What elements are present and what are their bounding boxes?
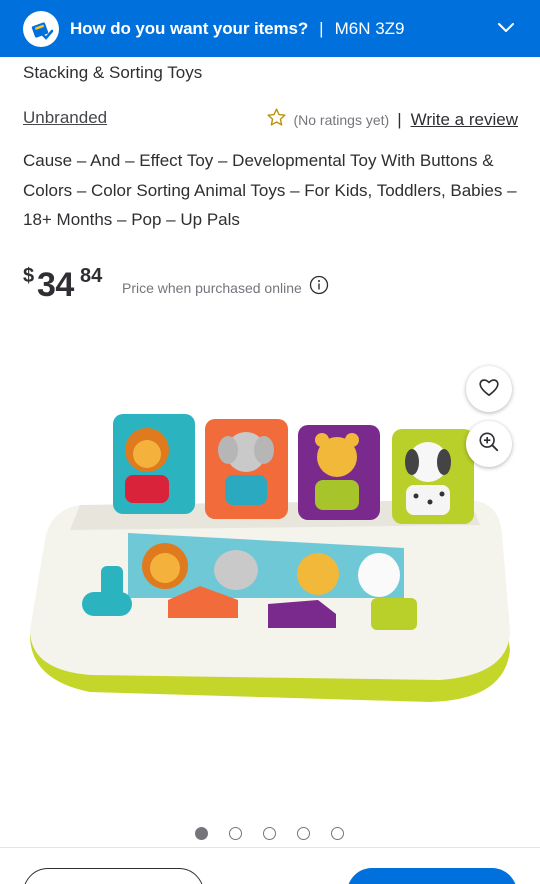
brand-rating-row: Unbranded (No ratings yet) | Write a rev… [23,108,518,132]
product-image [30,414,510,702]
price-note-text: Price when purchased online [122,279,302,296]
postal-code: M6N 3Z9 [334,18,405,38]
price-currency: $ [23,265,35,287]
no-ratings-text: (No ratings yet) [293,112,390,128]
product-title: Cause – And – Effect Toy – Developmental… [23,151,517,229]
store-pickup-icon [23,10,59,47]
price-dollars: 34 [37,266,74,304]
carousel-dot[interactable] [195,827,208,840]
carousel-dot[interactable] [263,827,276,840]
zoom-in-icon [478,431,500,458]
price-cents: 84 [80,265,103,287]
brand-link[interactable]: Unbranded [23,108,107,128]
chevron-down-icon[interactable] [497,19,515,42]
fulfillment-title: How do you want your items? [70,18,309,38]
add-to-cart-button[interactable] [347,868,517,884]
carousel-dot[interactable] [297,827,310,840]
price-note: Price when purchased online [122,275,329,300]
star-outline-icon [266,107,287,133]
bottom-divider [0,847,540,848]
info-icon[interactable] [309,275,329,300]
category-link[interactable]: Stacking & Sorting Toys [23,63,202,83]
favorite-button[interactable] [466,366,512,412]
zoom-button[interactable] [466,421,512,467]
product-image-carousel[interactable] [0,330,540,820]
rating-separator: | [397,110,402,129]
ratings-group: (No ratings yet) | Write a review [266,108,518,132]
header-separator: | [319,18,324,38]
fulfillment-header[interactable]: How do you want your items? | M6N 3Z9 [0,0,540,57]
carousel-dot[interactable] [229,827,242,840]
heart-icon [478,377,500,402]
carousel-pagination [195,827,365,840]
secondary-action-button[interactable] [23,868,204,884]
carousel-dot[interactable] [331,827,344,840]
write-review-link[interactable]: Write a review [411,110,518,130]
